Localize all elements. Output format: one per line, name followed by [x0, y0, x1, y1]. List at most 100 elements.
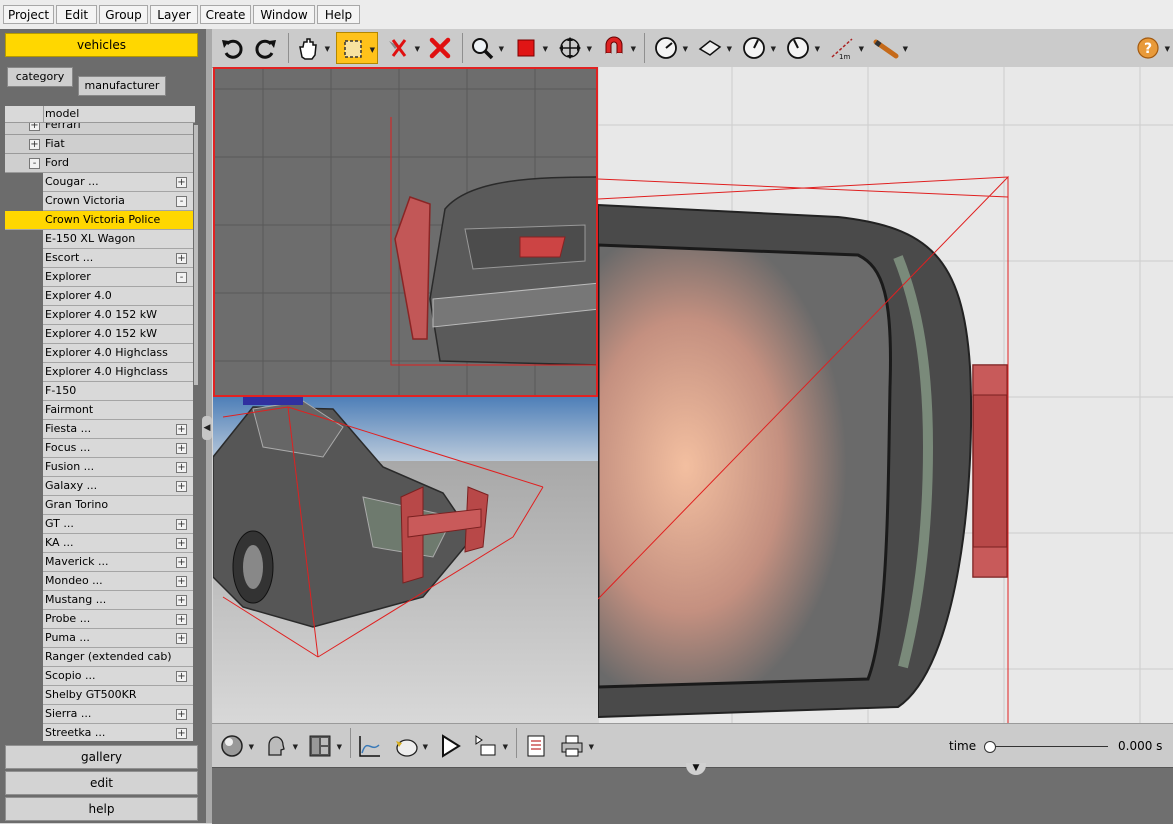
tab-vehicles[interactable]: vehicles [5, 33, 198, 57]
help-button[interactable]: ? ▼ [1132, 32, 1170, 64]
expand-icon[interactable]: + [176, 614, 187, 625]
sequence-button[interactable]: ▼ [470, 730, 508, 762]
group-by-manufacturer-button[interactable]: manufacturer [78, 76, 166, 96]
model-column-header[interactable]: model [5, 106, 195, 123]
tree-model-row[interactable]: Explorer 4.0 Highclass [43, 344, 193, 363]
expand-icon[interactable]: + [176, 253, 187, 264]
head-button[interactable]: ▼ [260, 730, 298, 762]
collapse-icon[interactable]: - [176, 196, 187, 207]
dropdown-arrow-icon[interactable]: ▼ [683, 45, 688, 53]
tree-model-row[interactable]: Streetka ... + [43, 724, 193, 741]
tree-scrollbar[interactable] [194, 125, 198, 385]
tree-model-row[interactable]: Fiesta ... + [43, 420, 193, 439]
expand-icon[interactable]: + [176, 519, 187, 530]
tree-model-row[interactable]: Explorer - [43, 268, 193, 287]
tree-group-row[interactable]: Fiat + [5, 135, 193, 154]
tree-model-row[interactable]: Puma ... + [43, 629, 193, 648]
dropdown-arrow-icon[interactable]: ▼ [1165, 45, 1170, 53]
tree-model-row[interactable]: Crown Victoria Police [5, 211, 193, 230]
dropdown-arrow-icon[interactable]: ▼ [543, 45, 548, 53]
tree-model-row[interactable]: Explorer 4.0 152 kW [43, 306, 193, 325]
delete-button[interactable] [424, 32, 456, 64]
menu-group[interactable]: Group [99, 5, 148, 24]
expand-icon[interactable]: + [29, 123, 40, 131]
menu-edit[interactable]: Edit [56, 5, 97, 24]
dropdown-arrow-icon[interactable]: ▼ [249, 743, 254, 751]
collapse-icon[interactable]: - [29, 158, 40, 169]
dropdown-arrow-icon[interactable]: ▼ [503, 743, 508, 751]
tree-model-row[interactable]: Focus ... + [43, 439, 193, 458]
print-button[interactable]: ▼ [556, 730, 594, 762]
dropdown-arrow-icon[interactable]: ▼ [337, 743, 342, 751]
tree-model-row[interactable]: Mustang ... + [43, 591, 193, 610]
render-sphere-button[interactable]: ▼ [216, 730, 254, 762]
dropdown-arrow-icon[interactable]: ▼ [727, 45, 732, 53]
menu-layer[interactable]: Layer [150, 5, 198, 24]
graph-button[interactable] [354, 730, 386, 762]
menu-help[interactable]: Help [317, 5, 360, 24]
dropdown-arrow-icon[interactable]: ▼ [631, 45, 636, 53]
expand-icon[interactable]: + [176, 177, 187, 188]
expand-icon[interactable]: + [176, 576, 187, 587]
front-viewport[interactable] [213, 67, 598, 397]
pan-button[interactable]: ▼ [292, 32, 330, 64]
dropdown-arrow-icon[interactable]: ▼ [589, 743, 594, 751]
move-button[interactable]: ▼ [554, 32, 592, 64]
tree-model-row[interactable]: Explorer 4.0 Highclass [43, 363, 193, 382]
menu-create[interactable]: Create [200, 5, 251, 24]
tree-model-row[interactable]: Fairmont [43, 401, 193, 420]
expand-icon[interactable]: + [176, 481, 187, 492]
angle-button[interactable]: ▼ [738, 32, 776, 64]
tree-model-row[interactable]: Maverick ... + [43, 553, 193, 572]
expand-icon[interactable]: + [176, 709, 187, 720]
dropdown-arrow-icon[interactable]: ▼ [587, 45, 592, 53]
tab-gallery[interactable]: gallery [5, 745, 198, 769]
tab-help[interactable]: help [5, 797, 198, 821]
tree-model-row[interactable]: GT ... + [43, 515, 193, 534]
marker-button[interactable]: ▼ [870, 32, 908, 64]
tree-model-row[interactable]: KA ... + [43, 534, 193, 553]
time-slider[interactable] [990, 746, 1108, 747]
tree-model-row[interactable]: F-150 [43, 382, 193, 401]
report-button[interactable] [520, 730, 552, 762]
zoom-button[interactable]: ▼ [466, 32, 504, 64]
tree-model-row[interactable]: Ranger (extended cab) [43, 648, 193, 667]
perspective-viewport[interactable] [213, 397, 599, 723]
rotate-button[interactable]: ▼ [650, 32, 688, 64]
tree-group-row[interactable]: Ford - [5, 154, 193, 173]
ruler-button[interactable]: 1m ▼ [826, 32, 864, 64]
undo-button[interactable] [216, 32, 248, 64]
tree-model-row[interactable]: Mondeo ... + [43, 572, 193, 591]
expand-icon[interactable]: + [176, 633, 187, 644]
dropdown-arrow-icon[interactable]: ▼ [771, 45, 776, 53]
dropdown-arrow-icon[interactable]: ▼ [859, 45, 864, 53]
dropdown-arrow-icon[interactable]: ▼ [325, 45, 330, 53]
tree-model-row[interactable]: Galaxy ... + [43, 477, 193, 496]
tree-model-row[interactable]: Cougar ... + [43, 173, 193, 192]
dropdown-arrow-icon[interactable]: ▼ [423, 743, 428, 751]
dropdown-arrow-icon[interactable]: ▼ [415, 45, 420, 53]
expand-icon[interactable]: + [29, 139, 40, 150]
dropdown-arrow-icon[interactable]: ▼ [499, 45, 504, 53]
expand-icon[interactable]: + [176, 595, 187, 606]
tree-model-row[interactable]: Gran Torino [43, 496, 193, 515]
menu-window[interactable]: Window [253, 5, 315, 24]
select-rectangle-button[interactable]: ▼ [336, 32, 378, 64]
color-button[interactable]: ▼ [510, 32, 548, 64]
tree-model-row[interactable]: E-150 XL Wagon [43, 230, 193, 249]
menu-project[interactable]: Project [3, 5, 54, 24]
camera-button[interactable]: ▼ [390, 730, 428, 762]
tree-model-row[interactable]: Scopio ... + [43, 667, 193, 686]
snap-button[interactable]: ▼ [598, 32, 636, 64]
tree-model-row[interactable]: Probe ... + [43, 610, 193, 629]
expand-icon[interactable]: + [176, 462, 187, 473]
time-slider-thumb[interactable] [984, 741, 996, 753]
top-viewport[interactable] [598, 67, 1173, 723]
dropdown-arrow-icon[interactable]: ▼ [370, 46, 375, 54]
tree-model-row[interactable]: Explorer 4.0 152 kW [43, 325, 193, 344]
tree-model-row[interactable]: Explorer 4.0 [43, 287, 193, 306]
deselect-button[interactable]: ▼ [382, 32, 420, 64]
redo-button[interactable] [250, 32, 282, 64]
tree-model-row[interactable]: Fusion ... + [43, 458, 193, 477]
expand-icon[interactable]: + [176, 728, 187, 739]
